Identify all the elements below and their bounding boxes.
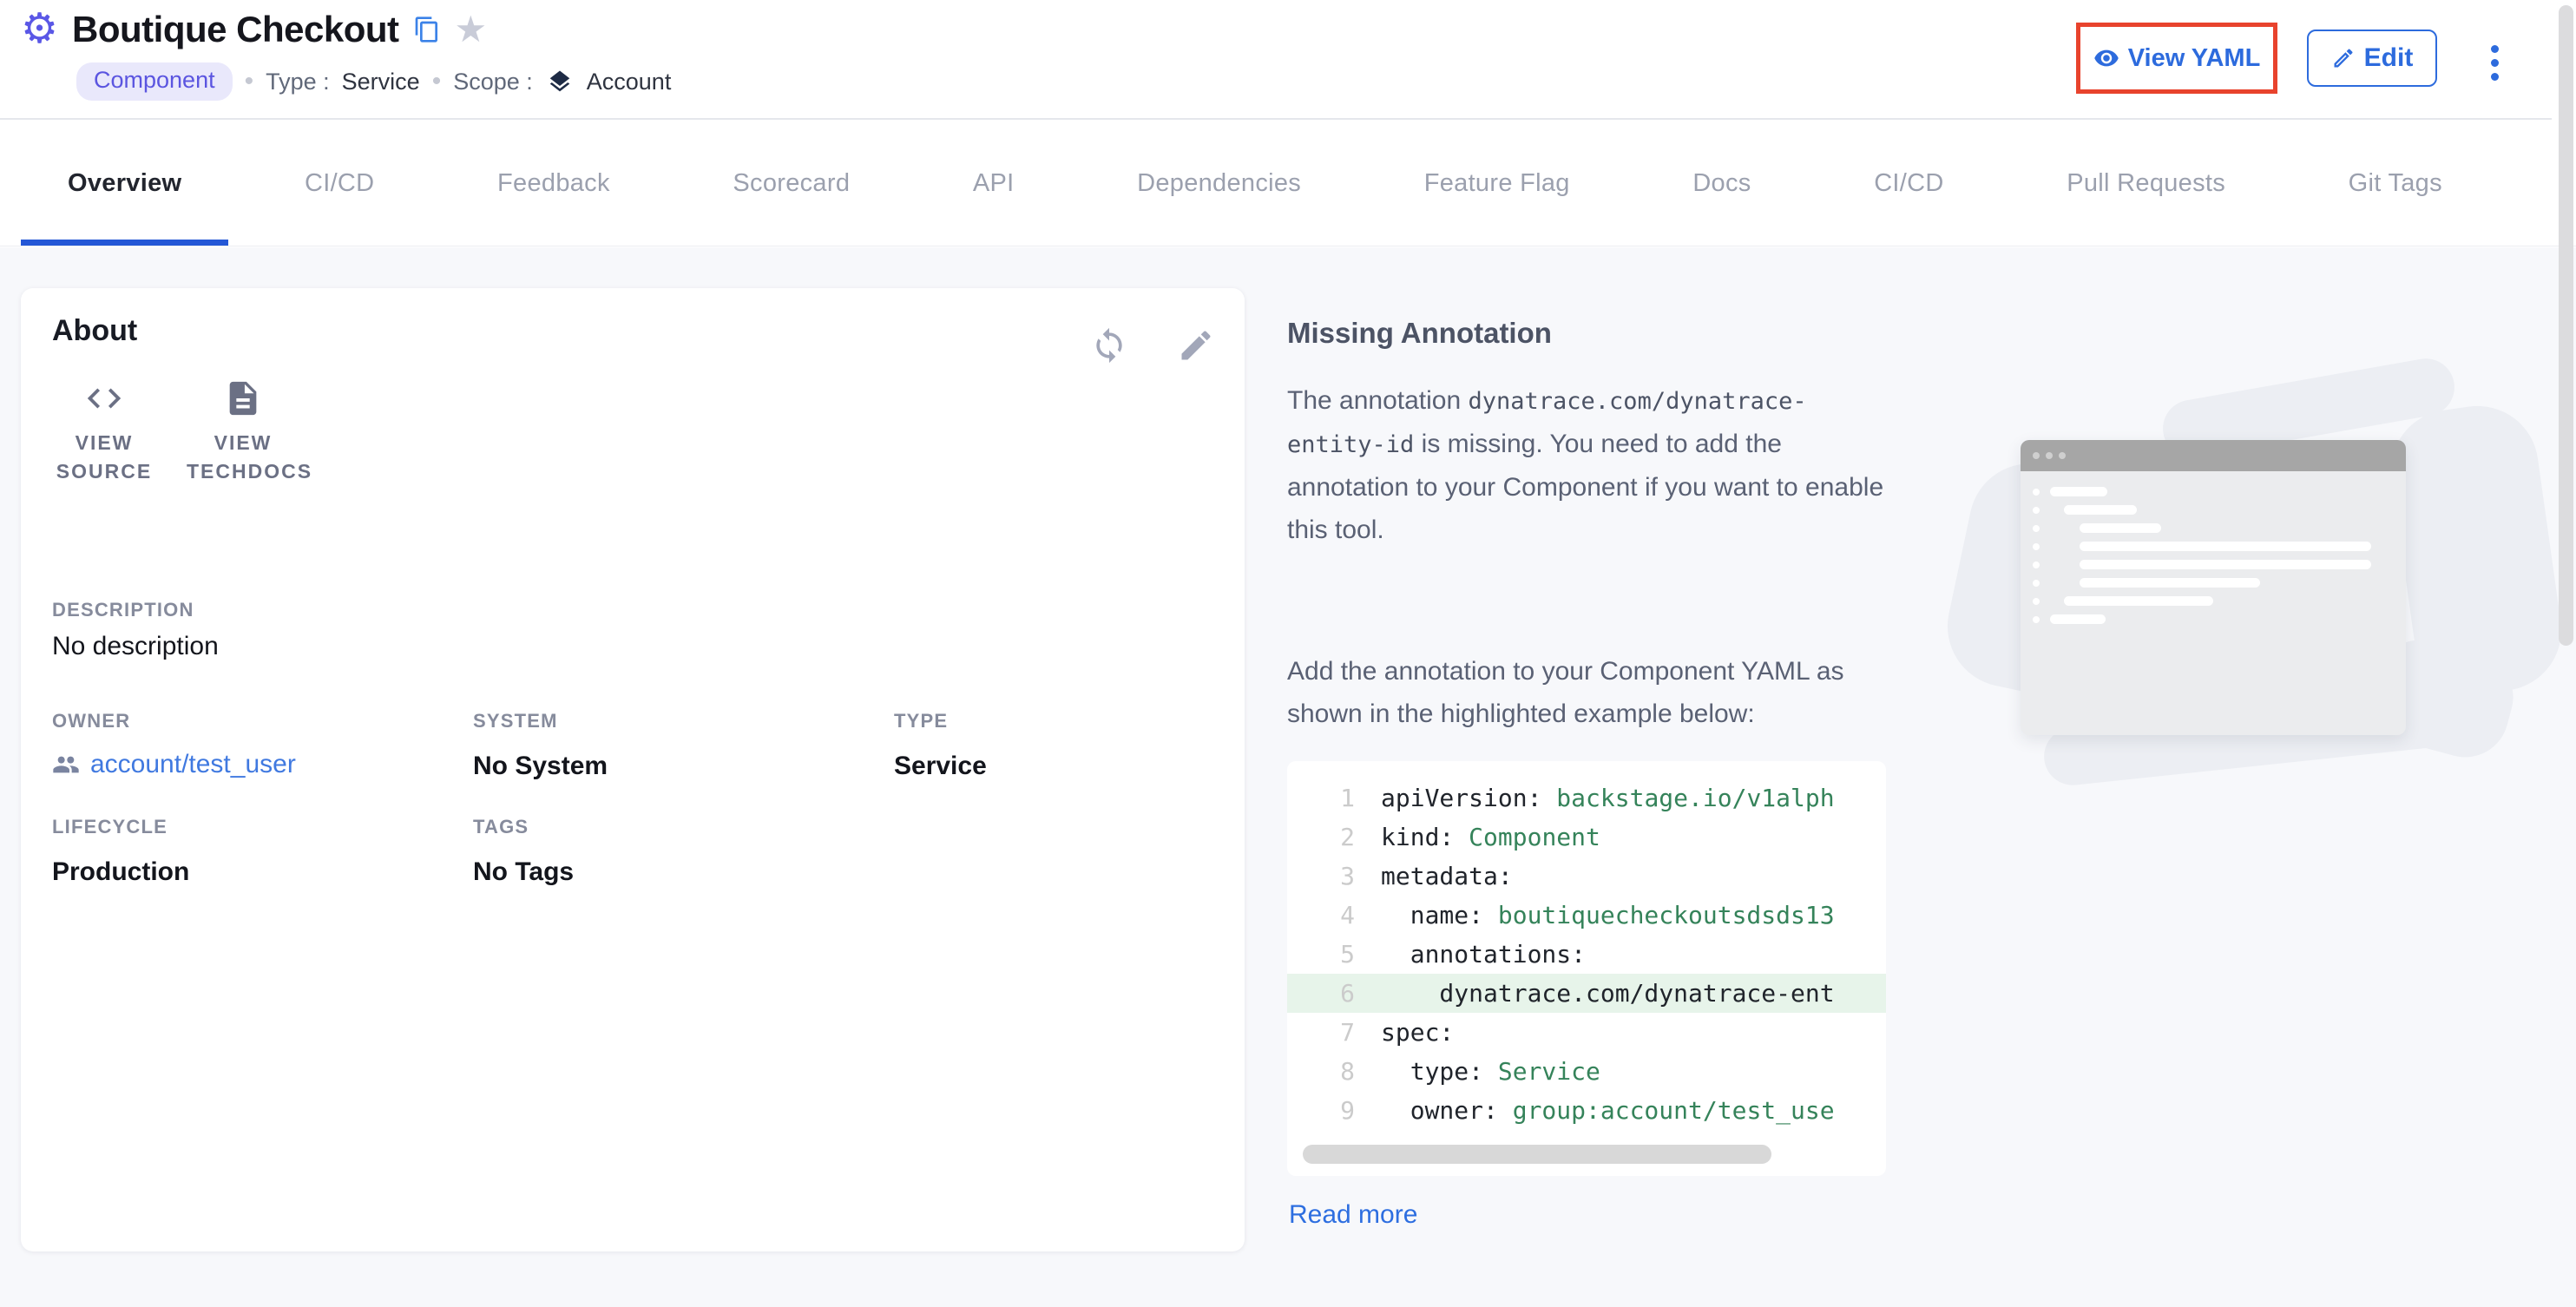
title-block: ⚙ Boutique Checkout ★ Component • Type :… bbox=[21, 9, 671, 101]
tab-docs[interactable]: Docs bbox=[1646, 122, 1797, 246]
owner-value: account/test_user bbox=[90, 750, 296, 779]
view-source-label: VIEW SOURCE bbox=[48, 429, 161, 486]
tab-git-tags[interactable]: Git Tags bbox=[2302, 122, 2489, 246]
annotation-instructions: Add the annotation to your Component YAM… bbox=[1287, 650, 1886, 735]
code-horizontal-scrollbar[interactable] bbox=[1303, 1145, 1771, 1164]
people-icon bbox=[52, 751, 80, 778]
tags-label: TAGS bbox=[473, 816, 529, 838]
code-line: 1apiVersion: backstage.io/v1alph bbox=[1287, 778, 1886, 818]
dot-separator: • bbox=[245, 69, 254, 95]
entity-tabs: Overview CI/CD Feedback Scorecard API De… bbox=[0, 122, 2576, 246]
scope-label: Scope : bbox=[453, 69, 533, 95]
kind-badge: Component bbox=[76, 62, 233, 101]
entity-page: ⚙ Boutique Checkout ★ Component • Type :… bbox=[0, 0, 2576, 1307]
tab-scorecard[interactable]: Scorecard bbox=[686, 122, 897, 246]
tab-overview[interactable]: Overview bbox=[21, 122, 228, 246]
description-value: No description bbox=[52, 632, 219, 661]
code-line: 3metadata: bbox=[1287, 857, 1886, 896]
missing-annotation-title: Missing Annotation bbox=[1287, 317, 1552, 350]
layers-icon bbox=[545, 69, 575, 95]
code-line-highlighted: 6 dynatrace.com/dynatrace-ent bbox=[1287, 974, 1886, 1013]
code-line: 5 annotations: bbox=[1287, 935, 1886, 974]
tags-value: No Tags bbox=[473, 857, 574, 887]
about-links: VIEW SOURCE VIEW TECHDOCS bbox=[35, 378, 312, 486]
type-field-label: TYPE bbox=[894, 710, 948, 732]
view-techdocs-link[interactable]: VIEW TECHDOCS bbox=[174, 378, 312, 486]
copy-icon[interactable] bbox=[413, 16, 441, 43]
description-label: DESCRIPTION bbox=[52, 599, 194, 621]
owner-label: OWNER bbox=[52, 710, 130, 732]
code-line: 2kind: Component bbox=[1287, 818, 1886, 857]
lifecycle-label: LIFECYCLE bbox=[52, 816, 168, 838]
edit-button[interactable]: Edit bbox=[2307, 30, 2437, 87]
page-title: Boutique Checkout bbox=[72, 9, 399, 50]
tab-cicd[interactable]: CI/CD bbox=[258, 122, 421, 246]
tab-dependencies[interactable]: Dependencies bbox=[1090, 122, 1348, 246]
content-area: About VIEW SOURCE VIEW TECHDOCS DESCRIPT… bbox=[0, 247, 2576, 1307]
read-more-link[interactable]: Read more bbox=[1289, 1200, 1417, 1230]
favorite-star-icon[interactable]: ★ bbox=[455, 11, 488, 48]
code-line: 8 type: Service bbox=[1287, 1052, 1886, 1091]
refresh-icon[interactable] bbox=[1090, 326, 1132, 368]
dot-separator: • bbox=[432, 69, 442, 95]
page-vertical-scrollbar[interactable] bbox=[2559, 5, 2573, 646]
code-window-illustration bbox=[1970, 386, 2543, 777]
pencil-outline-icon bbox=[2331, 46, 2356, 70]
code-icon bbox=[84, 378, 124, 418]
tab-feedback[interactable]: Feedback bbox=[450, 122, 657, 246]
type-value: Service bbox=[342, 69, 420, 95]
eye-icon bbox=[2093, 45, 2119, 71]
more-options-kebab-icon[interactable] bbox=[2477, 36, 2512, 89]
tab-api[interactable]: API bbox=[926, 122, 1061, 246]
owner-link[interactable]: account/test_user bbox=[52, 750, 296, 779]
browser-window-graphic bbox=[2021, 440, 2406, 735]
document-icon bbox=[223, 378, 263, 418]
code-line: 4 name: boutiquecheckoutsdsds13 bbox=[1287, 896, 1886, 935]
view-techdocs-label: VIEW TECHDOCS bbox=[187, 429, 299, 486]
code-line: 9 owner: group:account/test_use bbox=[1287, 1091, 1886, 1130]
tab-pull-requests[interactable]: Pull Requests bbox=[2020, 122, 2272, 246]
tab-feature-flag[interactable]: Feature Flag bbox=[1377, 122, 1617, 246]
type-field-value: Service bbox=[894, 752, 987, 781]
system-label: SYSTEM bbox=[473, 710, 558, 732]
page-header: ⚙ Boutique Checkout ★ Component • Type :… bbox=[0, 0, 2552, 120]
entity-subtitle: Component • Type : Service • Scope : Acc… bbox=[76, 62, 671, 101]
code-line: 7spec: bbox=[1287, 1013, 1886, 1052]
annotation-paragraph: The annotation dynatrace.com/dynatrace-e… bbox=[1287, 379, 1886, 551]
system-value: No System bbox=[473, 752, 608, 781]
yaml-code-block: 1apiVersion: backstage.io/v1alph 2kind: … bbox=[1287, 761, 1886, 1176]
window-titlebar bbox=[2021, 440, 2406, 471]
view-yaml-button[interactable]: View YAML bbox=[2076, 23, 2277, 94]
lifecycle-value: Production bbox=[52, 857, 189, 887]
tab-cicd-2[interactable]: CI/CD bbox=[1827, 122, 1990, 246]
type-label: Type : bbox=[266, 69, 330, 95]
about-card: About VIEW SOURCE VIEW TECHDOCS DESCRIPT… bbox=[21, 288, 1245, 1251]
edit-label: Edit bbox=[2364, 43, 2414, 73]
edit-about-pencil-icon[interactable] bbox=[1177, 326, 1219, 368]
view-yaml-label: View YAML bbox=[2128, 44, 2261, 73]
window-body bbox=[2021, 471, 2406, 735]
view-source-link[interactable]: VIEW SOURCE bbox=[35, 378, 174, 486]
component-gear-icon: ⚙ bbox=[21, 9, 58, 50]
about-title: About bbox=[52, 314, 137, 348]
scope-value: Account bbox=[587, 69, 672, 95]
